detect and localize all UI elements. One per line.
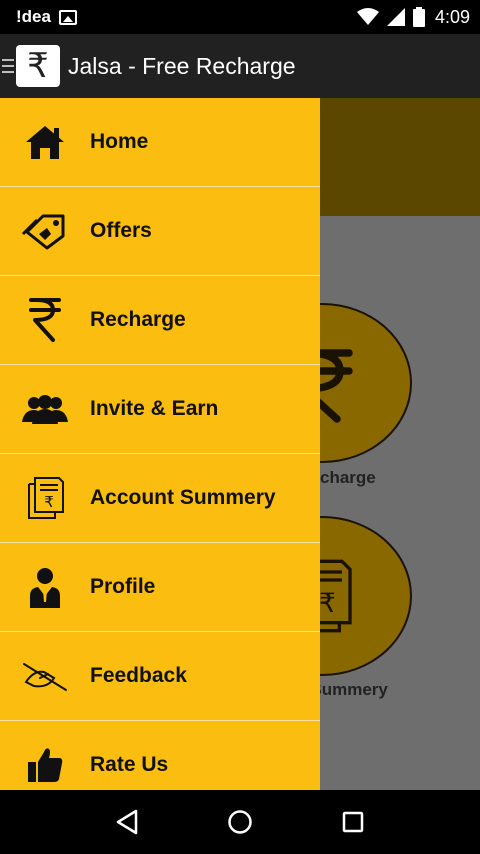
svg-text:₹: ₹ <box>319 588 336 619</box>
recharge-tile-label: charge <box>320 468 376 487</box>
profile-icon <box>0 543 90 632</box>
drawer-item-profile[interactable]: Profile <box>0 543 320 632</box>
drawer-item-invite-earn[interactable]: Invite & Earn <box>0 365 320 454</box>
gallery-notification-icon <box>58 9 77 25</box>
thumbs-up-icon <box>0 721 90 791</box>
drawer-item-label: Home <box>90 130 149 153</box>
home-circle-icon[interactable] <box>220 802 260 842</box>
status-bar: !dea 4:09 <box>0 0 480 34</box>
signal-icon <box>386 8 405 26</box>
home-icon <box>0 98 90 187</box>
drawer-item-label: Account Summery <box>90 486 276 509</box>
menu-icon[interactable] <box>2 59 14 73</box>
drawer-item-label: Offers <box>90 219 152 242</box>
battery-icon <box>412 7 425 27</box>
drawer-item-label: Feedback <box>90 664 187 687</box>
drawer-item-label: Invite & Earn <box>90 397 219 420</box>
system-nav-bar <box>0 790 480 854</box>
recents-icon[interactable] <box>333 802 373 842</box>
svg-text:₹: ₹ <box>44 493 54 511</box>
drawer-item-feedback[interactable]: Feedback <box>0 632 320 721</box>
carrier-name: !dea <box>16 7 51 26</box>
drawer-item-label: Recharge <box>90 308 186 331</box>
drawer-item-rate-us[interactable]: Rate Us <box>0 721 320 790</box>
drawer-item-recharge[interactable]: Recharge <box>0 276 320 365</box>
receipt-icon: ₹ <box>0 454 90 543</box>
rupee-icon <box>0 276 90 365</box>
users-icon <box>0 365 90 454</box>
wifi-icon <box>356 8 379 26</box>
drawer-item-home[interactable]: Home <box>0 98 320 187</box>
app-title: Jalsa - Free Recharge <box>68 52 296 79</box>
navigation-drawer: Home Offers Recharge Invite & Earn ₹ Acc… <box>0 98 320 790</box>
app-logo[interactable]: ₹ <box>16 45 60 87</box>
drawer-item-label: Rate Us <box>90 753 169 776</box>
feedback-icon <box>0 632 90 721</box>
clock: 4:09 <box>434 6 470 27</box>
tag-icon <box>0 187 90 276</box>
drawer-item-offers[interactable]: Offers <box>0 187 320 276</box>
back-icon[interactable] <box>107 802 147 842</box>
drawer-item-label: Profile <box>90 575 156 598</box>
app-bar: ₹ Jalsa - Free Recharge <box>0 34 480 98</box>
drawer-item-account-summery[interactable]: ₹ Account Summery <box>0 454 320 543</box>
